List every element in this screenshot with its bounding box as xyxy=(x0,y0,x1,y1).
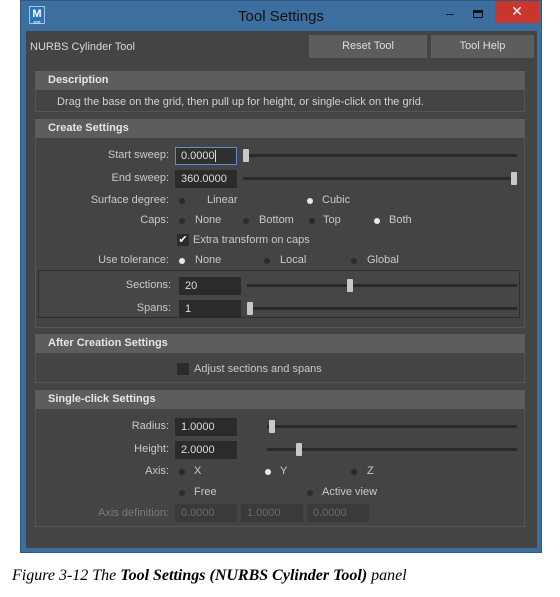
axis-label: Axis: xyxy=(145,465,169,477)
adjust-sections-label[interactable]: Adjust sections and spans xyxy=(194,363,322,375)
end-sweep-slider-thumb[interactable] xyxy=(511,172,517,185)
axis-definition-z-field: 0.0000 xyxy=(307,504,369,522)
tolerance-local-label[interactable]: Local xyxy=(280,254,306,266)
sections-field[interactable]: 20 xyxy=(179,277,241,295)
create-settings-header[interactable]: Create Settings xyxy=(35,119,525,138)
extra-transform-label[interactable]: Extra transform on caps xyxy=(193,234,310,246)
radius-field[interactable]: 1.0000 xyxy=(175,418,237,436)
axis-active-view-label[interactable]: Active view xyxy=(322,486,377,498)
start-sweep-slider-thumb[interactable] xyxy=(243,149,249,162)
tolerance-none-label[interactable]: None xyxy=(195,254,221,266)
minimize-button[interactable]: – xyxy=(439,5,461,25)
checkmark-icon: ✔ xyxy=(178,234,188,246)
axis-definition-y-field: 1.0000 xyxy=(241,504,303,522)
close-button[interactable]: ✕ xyxy=(495,1,539,23)
axis-x-label[interactable]: X xyxy=(194,465,201,477)
start-sweep-label: Start sweep: xyxy=(107,149,169,161)
spans-label: Spans: xyxy=(136,302,171,314)
tolerance-none-radio[interactable] xyxy=(179,258,185,264)
maximize-button[interactable] xyxy=(467,5,489,25)
radius-slider-thumb[interactable] xyxy=(269,420,275,433)
caps-none-radio[interactable] xyxy=(179,218,185,224)
axis-free-label[interactable]: Free xyxy=(194,486,217,498)
axis-definition-label: Axis definition: xyxy=(98,507,169,519)
caps-bottom-radio[interactable] xyxy=(243,218,249,224)
end-sweep-field[interactable]: 360.0000 xyxy=(175,170,237,188)
figure-caption: Figure 3-12 The Tool Settings (NURBS Cyl… xyxy=(12,567,407,584)
caps-top-radio[interactable] xyxy=(309,218,315,224)
description-text: Drag the base on the grid, then pull up … xyxy=(57,96,424,108)
axis-z-label[interactable]: Z xyxy=(367,465,374,477)
start-sweep-field[interactable]: 0.0000 xyxy=(175,147,237,165)
window-title: Tool Settings xyxy=(238,8,324,25)
axis-y-label[interactable]: Y xyxy=(280,465,287,477)
spans-slider-thumb[interactable] xyxy=(247,302,253,315)
adjust-sections-checkbox[interactable] xyxy=(177,363,189,375)
start-sweep-slider[interactable] xyxy=(243,154,517,157)
height-field[interactable]: 2.0000 xyxy=(175,441,237,459)
single-click-header[interactable]: Single-click Settings xyxy=(35,390,525,409)
height-slider[interactable] xyxy=(267,448,517,451)
radius-slider[interactable] xyxy=(267,425,517,428)
spans-field[interactable]: 1 xyxy=(179,300,241,318)
sections-slider-thumb[interactable] xyxy=(347,279,353,292)
extra-transform-checkbox[interactable]: ✔ xyxy=(177,234,189,246)
caps-top-label[interactable]: Top xyxy=(323,214,341,226)
sections-slider[interactable] xyxy=(247,284,517,287)
surface-degree-cubic-radio[interactable] xyxy=(307,198,313,204)
end-sweep-slider[interactable] xyxy=(243,177,517,180)
tool-settings-window: Mem Tool Settings – ✕ NURBS Cylinder Too… xyxy=(20,0,542,553)
tool-help-button[interactable]: Tool Help xyxy=(431,35,534,58)
radius-label: Radius: xyxy=(131,420,169,432)
reset-tool-button[interactable]: Reset Tool xyxy=(309,35,427,58)
spans-slider[interactable] xyxy=(247,307,517,310)
surface-degree-linear-radio[interactable] xyxy=(179,198,185,204)
after-creation-header[interactable]: After Creation Settings xyxy=(35,334,525,353)
sections-label: Sections: xyxy=(125,279,171,291)
caps-bottom-label[interactable]: Bottom xyxy=(259,214,294,226)
axis-z-radio[interactable] xyxy=(351,469,357,475)
tolerance-global-label[interactable]: Global xyxy=(367,254,399,266)
axis-free-radio[interactable] xyxy=(179,490,185,496)
axis-y-radio[interactable] xyxy=(265,469,271,475)
height-label: Height: xyxy=(134,443,169,455)
text-caret xyxy=(214,150,216,163)
maximize-icon xyxy=(473,10,483,18)
caps-both-radio[interactable] xyxy=(374,218,380,224)
end-sweep-label: End sweep: xyxy=(111,172,169,184)
height-slider-thumb[interactable] xyxy=(296,443,302,456)
description-header[interactable]: Description xyxy=(35,71,525,90)
surface-degree-cubic-label[interactable]: Cubic xyxy=(322,194,350,206)
surface-degree-linear-label[interactable]: Linear xyxy=(207,194,238,206)
caps-label: Caps: xyxy=(140,214,169,226)
axis-x-radio[interactable] xyxy=(179,469,185,475)
title-bar[interactable]: Mem Tool Settings – ✕ xyxy=(21,1,541,31)
tolerance-global-radio[interactable] xyxy=(351,258,357,264)
caps-both-label[interactable]: Both xyxy=(389,214,412,226)
toolbar: NURBS Cylinder Tool Reset Tool Tool Help xyxy=(26,31,537,63)
tolerance-local-radio[interactable] xyxy=(264,258,270,264)
axis-active-view-radio[interactable] xyxy=(307,490,313,496)
caps-none-label[interactable]: None xyxy=(195,214,221,226)
use-tolerance-label: Use tolerance: xyxy=(98,254,169,266)
axis-definition-x-field: 0.0000 xyxy=(175,504,237,522)
surface-degree-label: Surface degree: xyxy=(90,194,169,206)
tool-name-label: NURBS Cylinder Tool xyxy=(30,41,135,53)
